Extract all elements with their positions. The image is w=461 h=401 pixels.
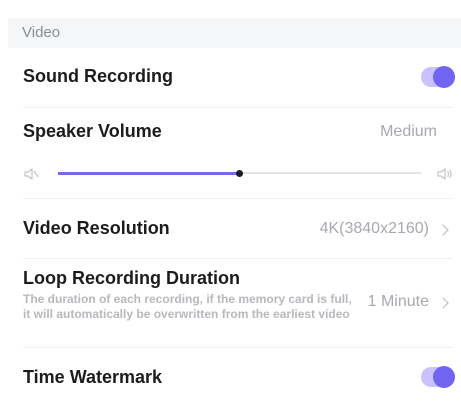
video-resolution-value: 4K(3840x2160) <box>319 220 429 237</box>
time-watermark-toggle[interactable] <box>421 366 455 388</box>
speaker-muted-icon <box>24 168 39 180</box>
section-title: Video <box>22 24 61 41</box>
time-watermark-label: Time Watermark <box>23 367 163 387</box>
chevron-right-icon <box>437 224 449 236</box>
divider <box>23 107 453 108</box>
sound-recording-label: Sound Recording <box>23 66 173 86</box>
section-header-video: Video <box>8 18 461 48</box>
toggle-knob <box>433 366 455 388</box>
speaker-volume-label: Speaker Volume <box>23 121 162 141</box>
divider <box>23 198 453 199</box>
volume-slider[interactable] <box>58 169 421 177</box>
speaker-volume-value: Medium <box>380 123 437 140</box>
video-settings-page: Video Sound Recording Speaker Volume Med… <box>0 0 461 401</box>
loop-recording-description: The duration of each recording, if the m… <box>23 292 352 321</box>
video-resolution-label: Video Resolution <box>23 218 170 238</box>
volume-slider-thumb[interactable] <box>236 169 243 177</box>
loop-recording-value: 1 Minute <box>367 293 429 310</box>
sound-recording-toggle[interactable] <box>421 66 455 88</box>
loop-recording-label: Loop Recording Duration <box>23 268 240 288</box>
speaker-loud-icon <box>437 168 452 180</box>
divider <box>23 347 453 348</box>
volume-slider-fill <box>58 171 240 175</box>
chevron-right-icon <box>437 297 449 309</box>
divider <box>23 258 453 259</box>
toggle-knob <box>433 66 455 88</box>
